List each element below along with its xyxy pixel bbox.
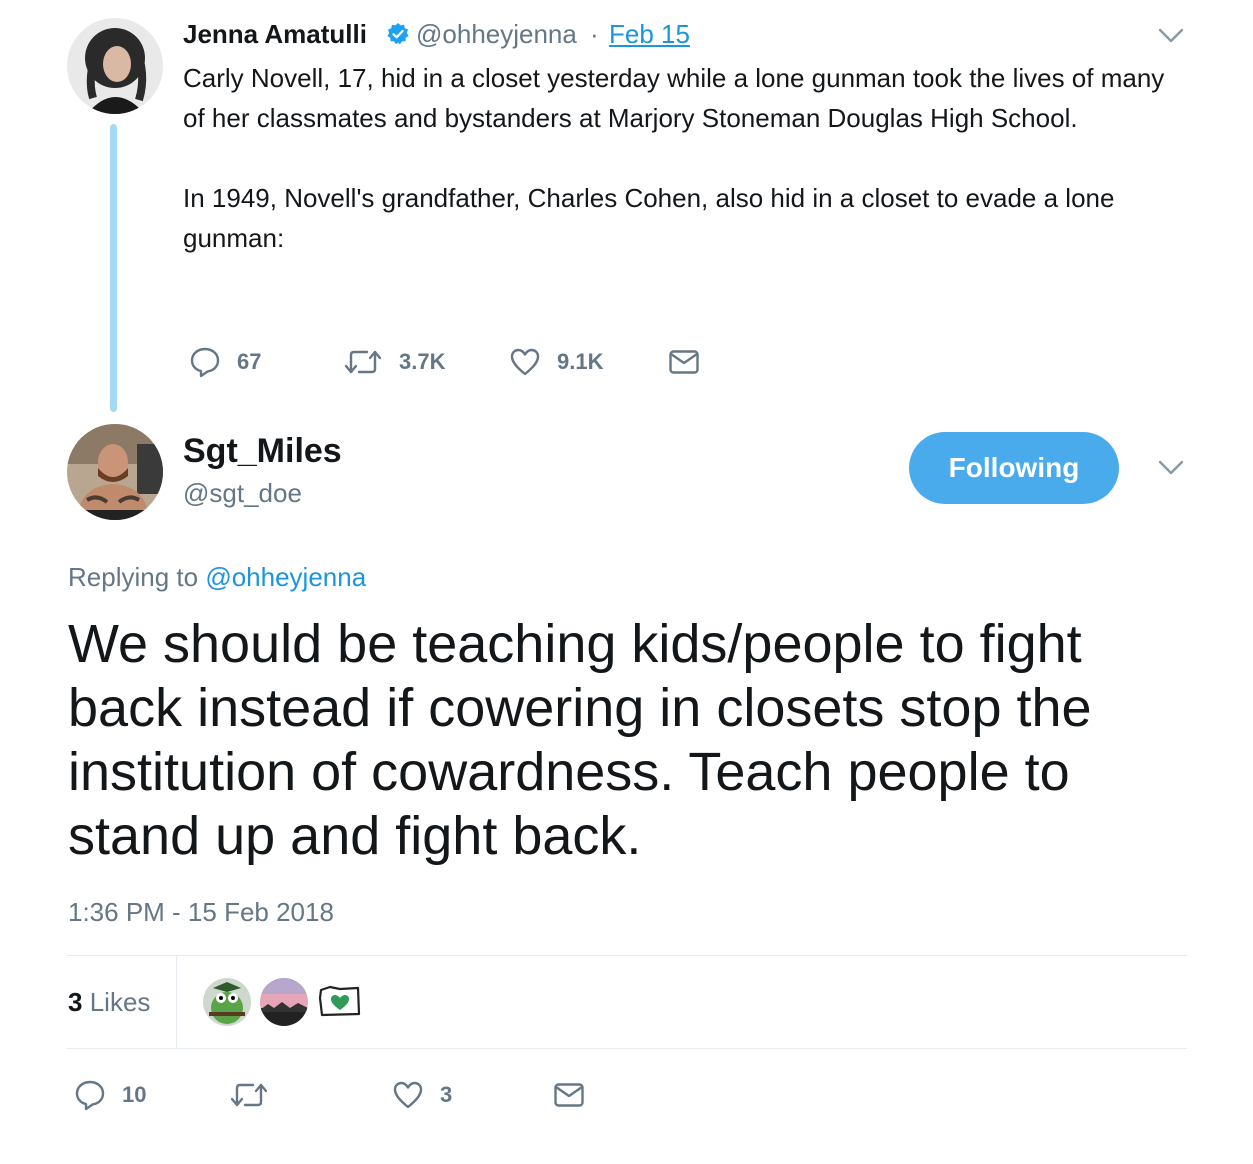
retweet-icon: [344, 350, 382, 374]
separator-dot: ·: [590, 19, 599, 49]
thread-connector: [110, 124, 117, 412]
reply-icon: [75, 1080, 105, 1111]
replying-prefix: Replying to: [68, 562, 199, 592]
divider: [176, 956, 177, 1048]
parent-author-handle[interactable]: @ohheyjenna: [416, 18, 577, 50]
retweet-button[interactable]: 3.7K: [343, 346, 445, 378]
jenna-avatar[interactable]: [67, 18, 163, 114]
envelope-icon: [669, 350, 699, 374]
main-author-handle[interactable]: @sgt_doe: [183, 476, 302, 510]
likes-label: Likes: [89, 987, 151, 1017]
parent-author-name[interactable]: Jenna Amatulli: [183, 18, 367, 50]
verified-badge-icon: [386, 22, 410, 46]
liker-avatar-oregon-heart[interactable]: [318, 984, 362, 1020]
retweet-icon: [230, 1083, 268, 1107]
divider: [67, 955, 1187, 956]
reply-icon: [190, 347, 220, 378]
like-count: 3: [440, 1082, 453, 1107]
parent-tweet-date[interactable]: Feb 15: [609, 18, 690, 50]
main-tweet-text: We should be teaching kids/people to fig…: [68, 614, 1092, 866]
main-author-name[interactable]: Sgt_Miles: [183, 430, 342, 472]
parent-tweet-paragraph: Carly Novell, 17, hid in a closet yester…: [183, 63, 1165, 133]
envelope-icon: [554, 1083, 584, 1107]
replying-to: Replying to @ohheyjenna: [68, 560, 366, 594]
reply-count: 67: [237, 349, 262, 374]
chevron-down-icon[interactable]: [1158, 458, 1184, 478]
tweet-timestamp[interactable]: 1:36 PM - 15 Feb 2018: [68, 895, 334, 929]
divider: [67, 1048, 1187, 1049]
chevron-down-icon[interactable]: [1158, 26, 1184, 46]
parent-tweet-paragraph: In 1949, Novell's grandfather, Charles C…: [183, 183, 1115, 253]
like-button[interactable]: 3: [392, 1079, 452, 1111]
parent-tweet-text: Carly Novell, 17, hid in a closet yester…: [183, 58, 1193, 258]
retweet-button[interactable]: [229, 1079, 269, 1111]
reply-count: 10: [122, 1082, 147, 1107]
heart-icon: [510, 348, 540, 376]
reply-button[interactable]: 10: [74, 1079, 146, 1111]
liker-avatar-frog[interactable]: [203, 978, 251, 1026]
following-button[interactable]: Following: [909, 432, 1119, 504]
like-button[interactable]: 9.1K: [509, 346, 603, 378]
like-count: 9.1K: [557, 349, 604, 374]
message-button[interactable]: [668, 346, 700, 378]
reply-button[interactable]: 67: [189, 346, 261, 378]
likes-count: 3: [68, 987, 83, 1017]
retweet-count: 3.7K: [399, 349, 446, 374]
heart-icon: [393, 1081, 423, 1109]
liker-avatar-sunset[interactable]: [260, 978, 308, 1026]
replying-mention-link[interactable]: @ohheyjenna: [205, 562, 366, 592]
likes-summary[interactable]: 3 Likes: [68, 985, 150, 1019]
message-button[interactable]: [553, 1079, 585, 1111]
sgt-miles-avatar[interactable]: [67, 424, 163, 520]
